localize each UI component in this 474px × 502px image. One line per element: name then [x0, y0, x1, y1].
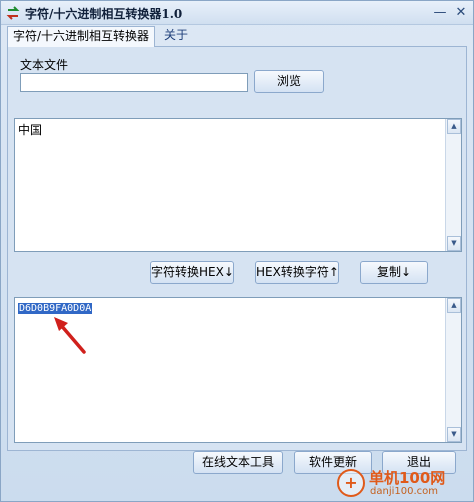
- app-icon: [6, 6, 20, 20]
- char-to-hex-button[interactable]: 字符转换HEX↓: [150, 261, 234, 284]
- hex-to-char-button[interactable]: HEX转换字符↑: [255, 261, 339, 284]
- scroll-down-icon[interactable]: ▼: [447, 427, 461, 442]
- browse-button[interactable]: 浏览: [254, 70, 324, 93]
- input-text: 中国: [18, 123, 43, 137]
- app-window: 字符/十六进制相互转换器1.0 — ✕ 字符/十六进制相互转换器 关于 文本文件…: [0, 0, 474, 502]
- watermark-sub-text: danji100.com: [370, 486, 438, 497]
- watermark-plus-icon: +: [337, 469, 365, 497]
- file-group-label: 文本文件: [20, 58, 69, 72]
- file-group: 文本文件 浏览: [16, 54, 460, 104]
- tab-about[interactable]: 关于: [159, 26, 193, 46]
- output-scrollbar[interactable]: ▲ ▼: [445, 298, 461, 442]
- converter-panel: 文本文件 浏览 中国 ▲ ▼ 字符转换HEX↓ HEX转换字符↑ 复制↓ D6D…: [7, 46, 467, 451]
- scroll-up-icon[interactable]: ▲: [447, 119, 461, 134]
- file-path-input[interactable]: [20, 73, 248, 92]
- watermark-logo: + 单机100网 danji100.com: [337, 467, 467, 501]
- title-bar[interactable]: 字符/十六进制相互转换器1.0 — ✕: [1, 1, 473, 25]
- scroll-down-icon[interactable]: ▼: [447, 236, 461, 251]
- close-icon[interactable]: ✕: [453, 5, 469, 21]
- tab-converter[interactable]: 字符/十六进制相互转换器: [7, 26, 156, 47]
- scroll-up-icon[interactable]: ▲: [447, 298, 461, 313]
- watermark-main-text: 单机100网: [369, 469, 446, 487]
- input-textarea[interactable]: 中国 ▲ ▼: [14, 118, 462, 252]
- annotation-arrow-icon: [54, 317, 86, 354]
- minimize-icon[interactable]: —: [432, 5, 448, 21]
- copy-button[interactable]: 复制↓: [360, 261, 428, 284]
- window-title: 字符/十六进制相互转换器1.0: [25, 7, 183, 21]
- input-scrollbar[interactable]: ▲ ▼: [445, 119, 461, 251]
- online-tools-button[interactable]: 在线文本工具: [193, 451, 283, 474]
